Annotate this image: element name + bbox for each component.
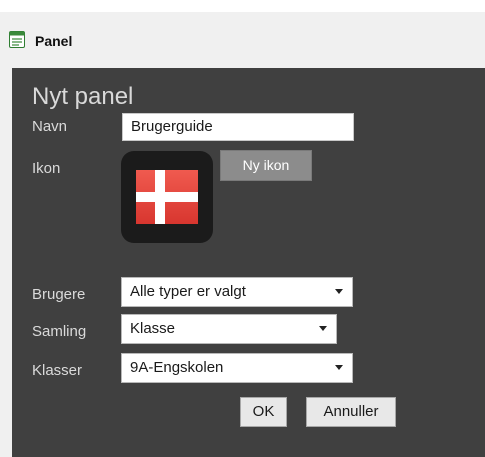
collection-select[interactable]: Klasse (121, 314, 337, 344)
name-input[interactable]: Brugerguide (122, 113, 354, 141)
collection-label: Samling (32, 323, 87, 340)
users-label: Brugere (32, 286, 86, 303)
classes-select-value: 9A-Engskolen (130, 359, 224, 376)
users-select-value: Alle typer er valgt (130, 283, 246, 300)
ok-button[interactable]: OK (240, 397, 287, 427)
form-heading: Nyt panel (32, 83, 134, 110)
users-select[interactable]: Alle typer er valgt (121, 277, 353, 307)
panel-window: Panel Nyt panel Navn Brugerguide Ikon Ny… (0, 12, 485, 457)
screen: Panel Nyt panel Navn Brugerguide Ikon Ny… (0, 0, 485, 457)
classes-select[interactable]: 9A-Engskolen (121, 353, 353, 383)
chevron-down-icon (335, 365, 343, 370)
title-bar: Panel (0, 12, 485, 68)
icon-preview[interactable] (121, 151, 213, 243)
icon-label: Ikon (32, 160, 61, 177)
new-panel-form: Nyt panel Navn Brugerguide Ikon Ny ikon … (12, 68, 485, 457)
collection-select-value: Klasse (130, 320, 176, 337)
cancel-button[interactable]: Annuller (306, 397, 396, 427)
panel-icon (9, 31, 25, 48)
classes-label: Klasser (32, 362, 83, 379)
new-icon-button[interactable]: Ny ikon (220, 150, 312, 181)
name-label: Navn (32, 118, 68, 135)
window-title: Panel (35, 33, 73, 49)
chevron-down-icon (335, 289, 343, 294)
danish-flag-icon (136, 170, 198, 224)
chevron-down-icon (319, 326, 327, 331)
